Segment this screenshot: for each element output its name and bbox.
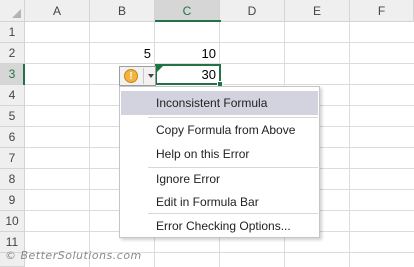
menu-item-inconsistent-formula[interactable]: Inconsistent Formula <box>121 91 318 115</box>
row-header-2[interactable]: 2 <box>0 43 25 64</box>
menu-item-help-on-this-error[interactable]: Help on this Error <box>121 142 318 166</box>
row-header-3[interactable]: 3 <box>0 64 25 85</box>
row-header-1[interactable]: 1 <box>0 22 25 43</box>
warning-icon: ! <box>124 69 138 83</box>
error-options-menu: Inconsistent Formula Copy Formula from A… <box>119 86 320 238</box>
watermark: © BetterSolutions.com <box>5 249 142 262</box>
row-header-9[interactable]: 9 <box>0 190 25 211</box>
row-header-8[interactable]: 8 <box>0 169 25 190</box>
menu-item-error-checking-options[interactable]: Error Checking Options... <box>121 214 318 238</box>
cell-b2[interactable]: 5 <box>90 43 155 64</box>
cell-c2[interactable]: 10 <box>155 43 220 64</box>
row-selection-indicator <box>23 64 25 85</box>
column-selection-indicator <box>155 20 221 22</box>
row-header-7[interactable]: 7 <box>0 148 25 169</box>
column-header-a[interactable]: A <box>25 0 90 22</box>
row-header-10[interactable]: 10 <box>0 211 25 232</box>
cell-c3[interactable]: 30 <box>155 64 220 85</box>
row-header-4[interactable]: 4 <box>0 85 25 106</box>
row-header-5[interactable]: 5 <box>0 106 25 127</box>
smart-tag-divider <box>143 68 144 84</box>
menu-item-edit-in-formula-bar[interactable]: Edit in Formula Bar <box>121 190 318 214</box>
error-indicator-triangle <box>157 66 163 72</box>
select-all-corner[interactable] <box>0 0 25 22</box>
row-header-6[interactable]: 6 <box>0 127 25 148</box>
column-header-f[interactable]: F <box>350 0 414 22</box>
column-header-b[interactable]: B <box>90 0 155 22</box>
column-header-e[interactable]: E <box>285 0 350 22</box>
column-header-c[interactable]: C <box>155 0 220 22</box>
column-header-d[interactable]: D <box>220 0 285 22</box>
chevron-down-icon[interactable] <box>148 74 154 78</box>
menu-item-copy-formula-from-above[interactable]: Copy Formula from Above <box>121 118 318 142</box>
menu-item-ignore-error[interactable]: Ignore Error <box>121 167 318 191</box>
error-checking-smart-tag[interactable]: ! <box>119 66 156 86</box>
